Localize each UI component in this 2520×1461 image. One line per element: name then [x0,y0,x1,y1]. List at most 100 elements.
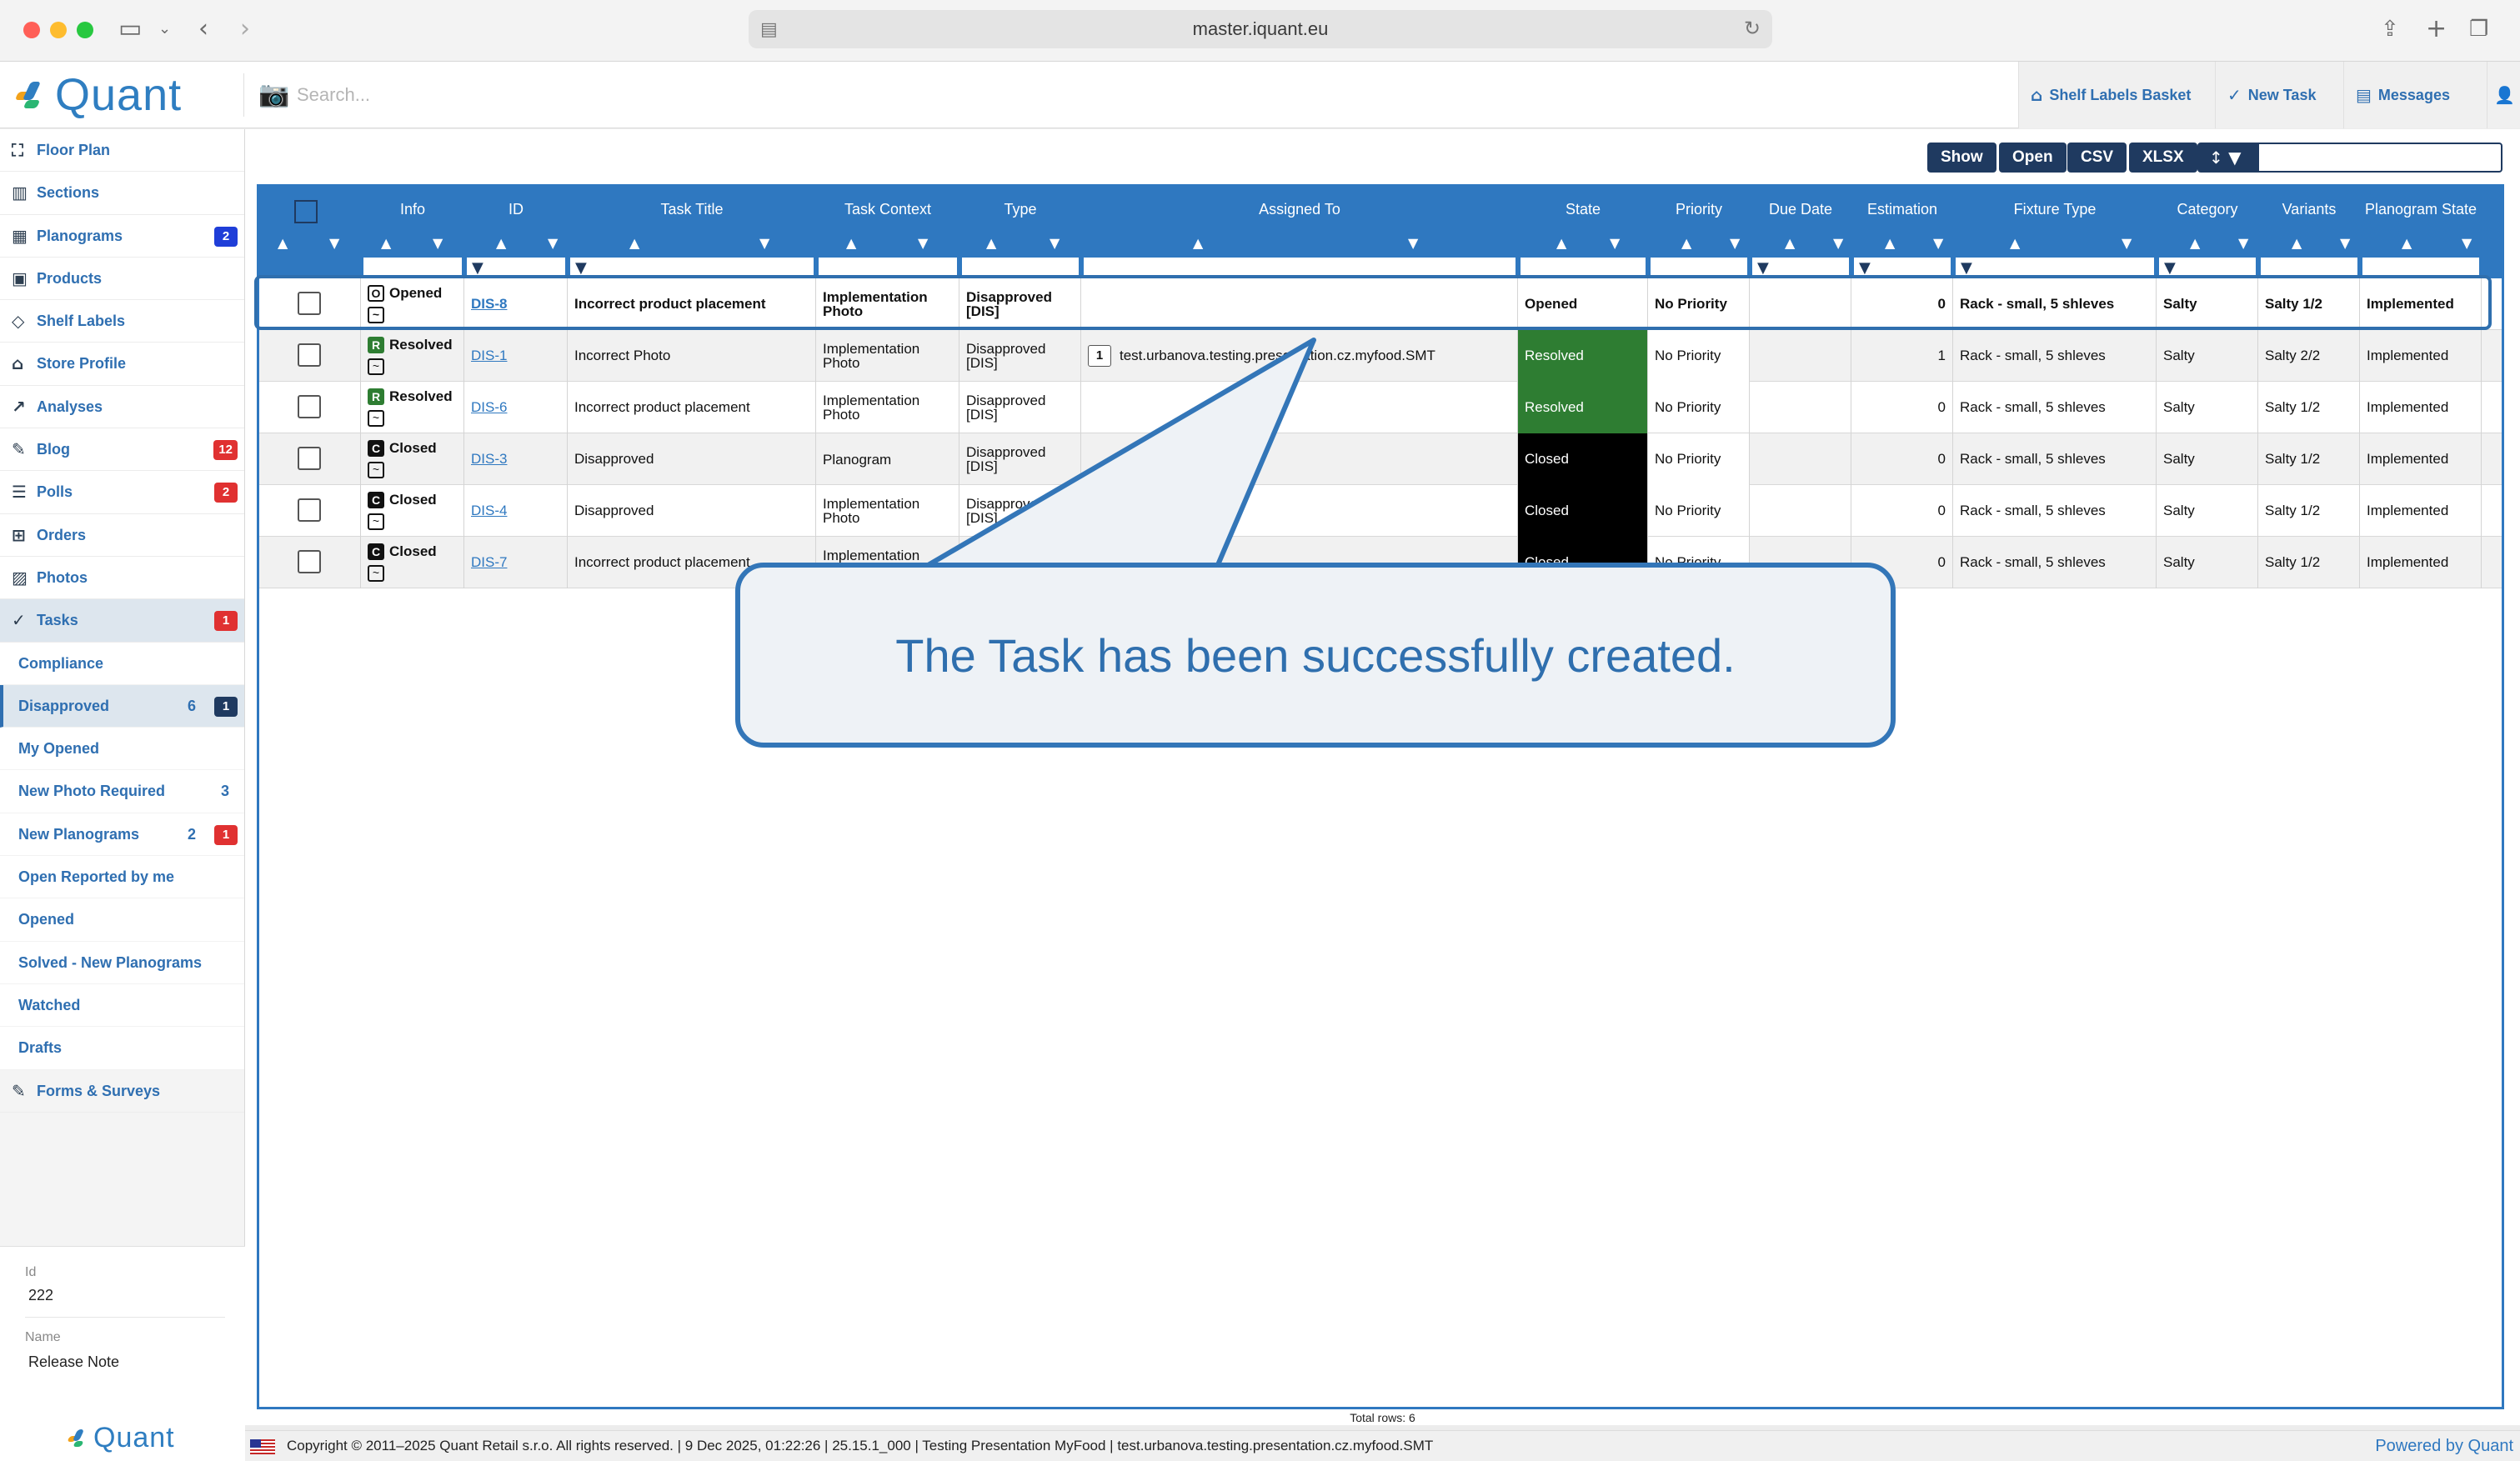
col-task-context[interactable]: Task Context [816,187,959,232]
sort-desc-icon[interactable]: ▼ [548,235,558,251]
sort-desc-icon[interactable]: ▼ [918,235,928,251]
filter-info[interactable] [363,257,463,278]
sort-asc-icon[interactable]: ▲ [2402,235,2412,251]
sort-asc-icon[interactable]: ▲ [629,235,639,251]
filter-category[interactable]: ▼ [2158,257,2257,278]
sort-asc-icon[interactable]: ▲ [1556,235,1566,251]
status-toggle-icon[interactable]: ~ [368,565,384,582]
status-toggle-icon[interactable]: ~ [368,462,384,478]
sidebar-sub-solved-new-planograms[interactable]: Solved - New Planograms [0,942,244,984]
sidebar-item-tasks[interactable]: ✓ Tasks 1 [0,599,244,643]
task-id-link[interactable]: DIS-3 [471,451,507,468]
sort-desc-icon[interactable]: ▼ [1730,235,1740,251]
col-variants[interactable]: Variants [2258,187,2360,232]
sidebar-sub-disapproved[interactable]: Disapproved 6 1 [0,684,244,728]
sort-asc-icon[interactable]: ▲ [986,235,996,251]
sidebar-sub-watched[interactable]: Watched [0,984,244,1028]
col-fixture-type[interactable]: Fixture Type [1953,187,2157,232]
sidebar-sub-drafts[interactable]: Drafts [0,1027,244,1070]
minimize-window-button[interactable] [50,22,67,38]
tabs-overview-icon[interactable]: ❐ [2469,13,2488,45]
sidebar-item-forms-surveys[interactable]: ✎ Forms & Surveys [0,1069,244,1113]
status-toggle-icon[interactable]: ~ [368,513,384,530]
filter-fixture-type[interactable]: ▼ [1955,257,2155,278]
sort-desc-icon[interactable]: ▼ [2340,235,2350,251]
sidebar-sub-my-opened[interactable]: My Opened [0,728,244,771]
sort-asc-icon[interactable]: ▲ [496,235,506,251]
sort-asc-icon[interactable]: ▲ [1785,235,1795,251]
us-flag-icon[interactable] [250,1439,275,1454]
row-checkbox[interactable] [298,447,321,470]
filter-variants[interactable] [2260,257,2358,278]
row-checkbox[interactable] [298,498,321,522]
back-icon[interactable]: ‹ [198,13,208,45]
table-row[interactable]: R ~ Resolved DIS-1 Incorrect Photo Impleme… [259,330,2502,382]
sort-asc-icon[interactable]: ▲ [1193,235,1203,251]
filter-assigned-to[interactable] [1083,257,1516,278]
col-category[interactable]: Category [2157,187,2258,232]
sidebar-item-polls[interactable]: ☰ Polls 2 [0,471,244,514]
col-assigned-to[interactable]: Assigned To [1081,187,1518,232]
col-priority[interactable]: Priority [1648,187,1750,232]
task-id-link[interactable]: DIS-4 [471,503,507,519]
new-task-button[interactable]: ✓ New Task [2215,62,2343,128]
sort-desc-icon[interactable]: ▼ [2238,235,2248,251]
sidebar-item-shelf-labels[interactable]: ◇ Shelf Labels [0,300,244,343]
col-task-title[interactable]: Task Title [568,187,816,232]
powered-by-link[interactable]: Powered by Quant [2375,1431,2513,1461]
quant-logo[interactable]: Quant [13,68,182,122]
sort-desc-icon[interactable]: ▼ [329,235,339,251]
table-row[interactable]: O ~ Opened DIS-8 Incorrect product placeme… [259,278,2502,330]
row-checkbox[interactable] [298,343,321,367]
filter-priority[interactable] [1650,257,1748,278]
quick-filter-input[interactable]: ↕ ▼ [2197,143,2502,173]
col-id[interactable]: ID [464,187,568,232]
filter-task-title[interactable]: ▼ [569,257,814,278]
sort-desc-icon[interactable]: ▼ [1610,235,1620,251]
sidebar-item-blog[interactable]: ✎ Blog 12 [0,428,244,472]
row-checkbox[interactable] [298,395,321,418]
close-window-button[interactable] [23,22,40,38]
sort-desc-icon[interactable]: ▼ [1408,235,1418,251]
col-estimation[interactable]: Estimation [1851,187,1953,232]
open-button[interactable]: Open [1999,143,2067,173]
col-state[interactable]: State [1518,187,1648,232]
col-planogram-state[interactable]: Planogram State [2360,187,2482,232]
messages-button[interactable]: ▤ Messages [2343,62,2487,128]
reload-icon[interactable]: ↻ [1744,10,1761,48]
url-bar[interactable]: ▤ master.iquant.eu ↻ [749,10,1772,48]
sort-asc-icon[interactable]: ▲ [1885,235,1895,251]
sort-asc-icon[interactable]: ▲ [2190,235,2200,251]
shelf-labels-basket-button[interactable]: ⌂ Shelf Labels Basket [2018,62,2215,128]
sidebar-sub-new-planograms[interactable]: New Planograms 2 1 [0,813,244,857]
sidebar-item-planograms[interactable]: ▦ Planograms 2 [0,215,244,258]
filter-estimation[interactable]: ▼ [1853,257,1951,278]
user-profile-button[interactable]: 👤 [2487,62,2520,128]
table-row[interactable]: C ~ Closed DIS-4 Disapproved Implementatio… [259,485,2502,537]
row-checkbox[interactable] [298,292,321,315]
sort-asc-icon[interactable]: ▲ [2292,235,2302,251]
filter-type[interactable] [961,257,1080,278]
sort-asc-icon[interactable]: ▲ [2010,235,2020,251]
select-all-checkbox[interactable] [294,200,318,223]
task-id-link[interactable]: DIS-1 [471,348,507,364]
sort-asc-icon[interactable]: ▲ [278,235,288,251]
sidebar-toggle-icon[interactable]: ▭ [118,13,142,45]
filter-sort-icon[interactable]: ↕ ▼ [2199,144,2259,171]
new-tab-icon[interactable]: + [2426,13,2447,45]
sidebar-sub-open-reported-by-me[interactable]: Open Reported by me [0,856,244,899]
filter-task-context[interactable] [818,257,958,278]
sidebar-sub-opened[interactable]: Opened [0,898,244,942]
sort-desc-icon[interactable]: ▼ [1833,235,1843,251]
sort-desc-icon[interactable]: ▼ [1050,235,1060,251]
filter-id[interactable]: ▼ [466,257,566,278]
show-button[interactable]: Show [1927,143,1996,173]
table-row[interactable]: C ~ Closed DIS-3 Disapproved Planogram Dis… [259,433,2502,485]
sidebar-item-products[interactable]: ▣ Products [0,258,244,301]
chevron-down-icon[interactable]: ⌄ [158,13,171,45]
table-row[interactable]: R ~ Resolved DIS-6 Incorrect product place… [259,382,2502,433]
sidebar-item-sections[interactable]: ▥ Sections [0,172,244,215]
status-toggle-icon[interactable]: ~ [368,307,384,323]
sort-desc-icon[interactable]: ▼ [2462,235,2472,251]
csv-button[interactable]: CSV [2067,143,2127,173]
